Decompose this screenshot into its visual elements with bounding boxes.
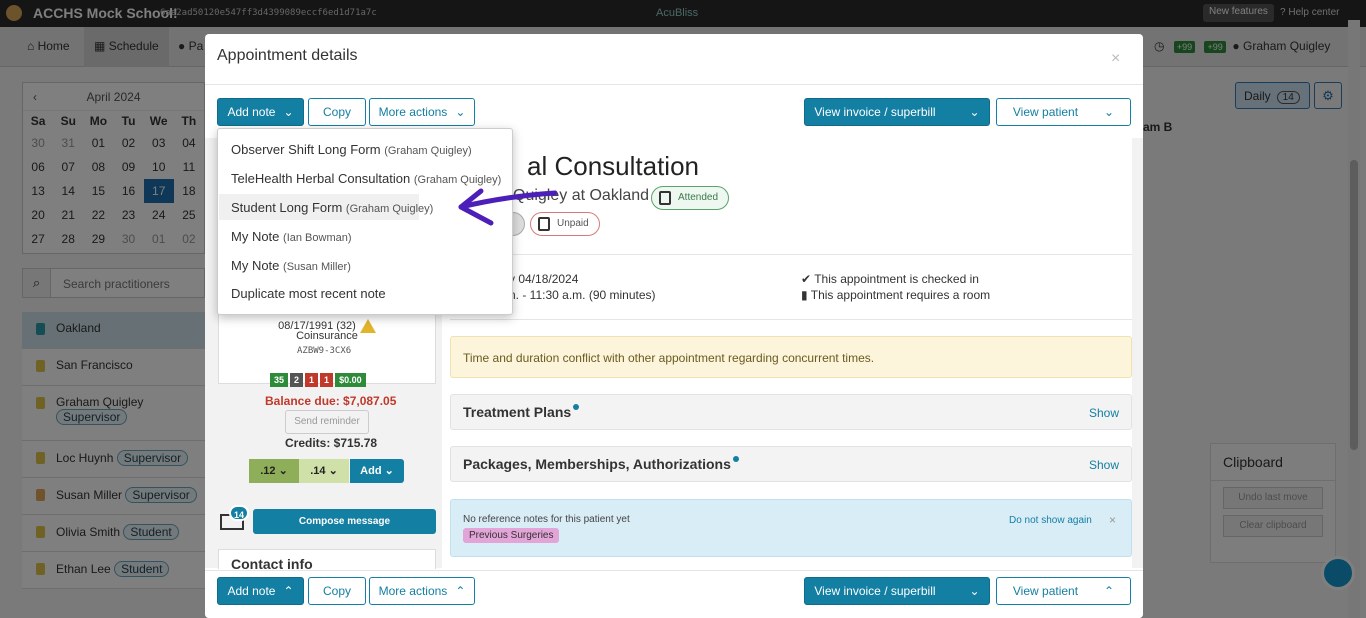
- packages-section[interactable]: Packages, Memberships, Authorizations Sh…: [450, 446, 1132, 482]
- note-author: (Ian Bowman): [283, 232, 352, 244]
- chevron-down-icon: ⌄: [278, 465, 288, 477]
- attended-badge[interactable]: Attended: [651, 186, 730, 210]
- attended-label: Attended: [678, 192, 719, 203]
- chevron-down-icon: ⌄: [969, 105, 980, 119]
- counter-chip: 1: [305, 373, 319, 387]
- info-dot-icon: [732, 456, 739, 462]
- checked-in-status: ✔ This appointment is checked in: [801, 272, 979, 286]
- divider: [450, 319, 1132, 320]
- show-link[interactable]: Show: [1089, 458, 1119, 472]
- view-patient-label: View patient: [1012, 584, 1079, 598]
- add-note-button[interactable]: Add note ⌄: [217, 98, 304, 126]
- patient-insurance: Coinsurance: [296, 330, 358, 342]
- chevron-down-icon: ⌄: [283, 105, 294, 119]
- note-author: (Susan Miller): [283, 261, 351, 273]
- view-patient-label: View patient: [1012, 105, 1079, 119]
- note-name: Observer Shift Long Form: [231, 142, 381, 157]
- add-note-label: Add note: [227, 584, 276, 598]
- close-icon[interactable]: ×: [1111, 50, 1120, 68]
- more-actions-button[interactable]: More actions ⌄: [369, 98, 475, 126]
- note-name: TeleHealth Herbal Consultation: [231, 171, 411, 186]
- checked-in-label: This appointment is checked in: [814, 272, 979, 286]
- modal-footer: Add note ⌃ Copy More actions ⌃ View invoic…: [205, 570, 1143, 618]
- treatment-plans-section[interactable]: Treatment Plans Show: [450, 394, 1132, 430]
- chevron-down-icon: ⌄: [455, 105, 466, 119]
- chevron-down-icon: ⌄: [1104, 105, 1115, 119]
- patient-counters: 35 2 1 1 $0.00: [270, 371, 368, 387]
- appointment-title: al Consultation: [527, 151, 699, 181]
- compose-message-button[interactable]: Compose message: [253, 509, 436, 534]
- appointment-date: y 04/18/2024: [509, 272, 579, 286]
- note-author: (Graham Quigley): [345, 203, 434, 215]
- send-reminder-button[interactable]: Send reminder: [285, 410, 369, 434]
- reference-notes-box: No reference notes for this patient yet …: [450, 499, 1132, 557]
- modal-header-divider: [205, 84, 1143, 85]
- info-dot-icon: [573, 404, 580, 410]
- view-patient-button-footer[interactable]: View patient ⌃: [996, 577, 1131, 605]
- chevron-up-icon: ⌃: [455, 584, 466, 598]
- section-title: Treatment Plans: [463, 404, 572, 420]
- chevron-down-icon: ⌄: [969, 584, 980, 598]
- more-actions-label: More actions: [378, 105, 448, 119]
- patient-code: AZBW9-3CX6: [297, 346, 352, 356]
- menu-item-duplicate-note[interactable]: Duplicate most recent note: [219, 280, 511, 306]
- counter-chip: 2: [290, 373, 304, 387]
- code-a-label: .12: [260, 465, 276, 477]
- add-code-button[interactable]: Add ⌄: [350, 459, 404, 483]
- check-icon: ✔: [801, 272, 812, 286]
- requires-room-label: This appointment requires a room: [810, 288, 991, 302]
- show-link[interactable]: Show: [1089, 406, 1119, 420]
- chevron-down-icon: ⌄: [328, 465, 338, 477]
- more-actions-label: More actions: [378, 584, 448, 598]
- copy-button-footer[interactable]: Copy: [308, 577, 366, 605]
- add-note-button-footer[interactable]: Add note ⌃: [217, 577, 304, 605]
- close-icon[interactable]: ×: [1109, 513, 1116, 527]
- note-author: (Graham Quigley): [384, 145, 472, 157]
- menu-item-note-hovered[interactable]: Student Long Form (Graham Quigley): [219, 194, 433, 220]
- note-name: Student Long Form: [231, 200, 343, 215]
- divider: [450, 254, 1132, 255]
- chevron-down-icon: ⌄: [384, 465, 394, 477]
- menu-item-note[interactable]: Observer Shift Long Form (Graham Quigley…: [219, 136, 511, 162]
- book-icon: ▮: [801, 288, 808, 302]
- view-invoice-label: View invoice / superbill: [814, 105, 936, 119]
- section-title: Packages, Memberships, Authorizations: [463, 456, 731, 472]
- menu-item-note[interactable]: My Note (Susan Miller): [219, 252, 511, 278]
- view-patient-button[interactable]: View patient ⌄: [996, 98, 1131, 126]
- code-a-dropdown[interactable]: .12 ⌄: [249, 459, 299, 483]
- view-invoice-label: View invoice / superbill: [814, 584, 936, 598]
- counter-chip: 35: [270, 373, 289, 387]
- more-actions-button-footer[interactable]: More actions ⌃: [369, 577, 475, 605]
- appointment-modal: Appointment details × Add note ⌄ Copy Mor…: [205, 34, 1143, 618]
- code-b-label: .14: [310, 465, 326, 477]
- add-label: Add: [360, 465, 382, 477]
- calendar-check-icon: [659, 191, 671, 205]
- conflict-warning: Time and duration conflict with other ap…: [450, 336, 1132, 378]
- credits: Credits: $715.78: [285, 436, 378, 450]
- chevron-up-icon: ⌃: [283, 584, 294, 598]
- note-name: Duplicate most recent note: [231, 286, 386, 301]
- note-name: My Note: [231, 258, 280, 273]
- copy-button[interactable]: Copy: [308, 98, 366, 126]
- appointment-time: n. - 11:30 a.m. (90 minutes): [509, 288, 656, 302]
- annotation-arrow-icon: [458, 188, 558, 226]
- contact-info-header[interactable]: Contact info: [218, 549, 436, 572]
- counter-chip: $0.00: [335, 373, 366, 387]
- balance-due: Balance due: $7,087.05: [265, 394, 397, 408]
- requires-room-status: ▮ This appointment requires a room: [801, 288, 990, 302]
- add-note-label: Add note: [227, 105, 276, 119]
- do-not-show-again-link[interactable]: Do not show again: [1009, 515, 1092, 526]
- view-invoice-button[interactable]: View invoice / superbill ⌄: [804, 98, 990, 126]
- view-invoice-button-footer[interactable]: View invoice / superbill ⌄: [804, 577, 990, 605]
- reference-notes-text: No reference notes for this patient yet: [463, 514, 630, 525]
- previous-surgeries-tag[interactable]: Previous Surgeries: [463, 528, 560, 543]
- modal-title: Appointment details: [217, 47, 358, 64]
- messages-count-badge: 14: [229, 505, 249, 521]
- note-name: My Note: [231, 229, 280, 244]
- chevron-up-icon: ⌃: [1104, 584, 1115, 598]
- code-b-dropdown[interactable]: .14 ⌄: [299, 459, 349, 483]
- counter-chip: 1: [320, 373, 334, 387]
